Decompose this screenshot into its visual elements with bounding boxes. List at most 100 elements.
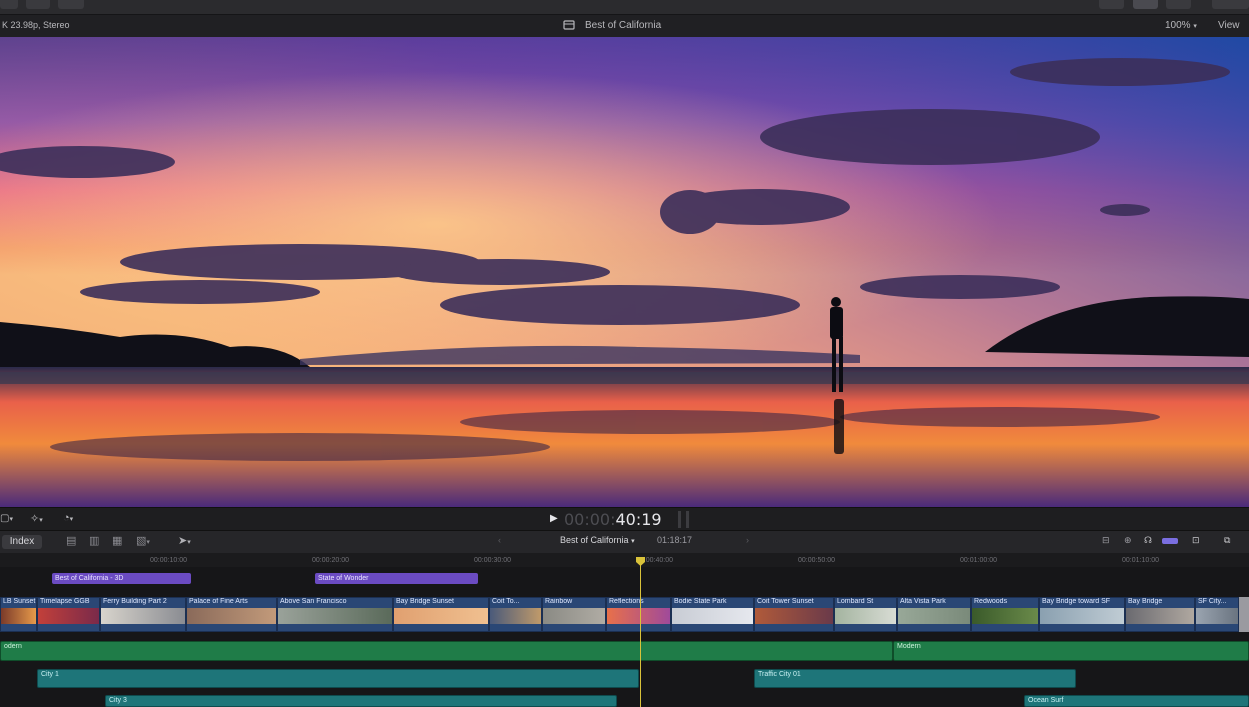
clip-thumbnail xyxy=(672,608,753,624)
toolbar-button-timeline[interactable] xyxy=(1133,0,1158,9)
timeline-body[interactable]: Best of California - 3D State of Wonder … xyxy=(0,567,1249,707)
video-clip[interactable]: Palace of Fine Arts xyxy=(186,597,277,632)
clip-thumbnail xyxy=(755,608,833,624)
clip-label: Palace of Fine Arts xyxy=(189,598,248,605)
select-tool-icon[interactable]: ➤▾ xyxy=(178,534,191,547)
sound-effect-clip[interactable]: Traffic City 01 xyxy=(754,669,1076,688)
video-clip[interactable]: Above San Francisco xyxy=(277,597,393,632)
clip-label: Lombard St xyxy=(837,598,874,605)
chevron-down-icon: ▾ xyxy=(69,516,74,523)
transform-menu[interactable]: ▢▾ xyxy=(0,513,13,524)
chevron-down-icon: ▾ xyxy=(631,538,635,545)
video-clip[interactable]: Lombard St xyxy=(834,597,897,632)
audio-label: Modern xyxy=(897,643,921,650)
toolbar-button-share[interactable] xyxy=(1212,0,1249,9)
timecode-leading: 00:00: xyxy=(564,510,616,529)
enhance-menu[interactable]: ✧▾ xyxy=(30,512,43,525)
clip-label: Timelapse GGB xyxy=(40,598,90,605)
project-menu[interactable]: Best of California ▾ xyxy=(560,535,635,545)
toolbar-button-libraries[interactable] xyxy=(1099,0,1124,9)
video-clip[interactable]: Bay Bridge xyxy=(1125,597,1195,632)
sound-effect-clip[interactable]: Ocean Surf xyxy=(1024,695,1249,707)
audio-meter-left xyxy=(678,511,681,528)
forward-icon[interactable]: › xyxy=(746,535,749,545)
clip-appearance-icon[interactable]: ⊡ xyxy=(1192,535,1200,546)
clip-label: LB Sunset xyxy=(3,598,36,605)
zoom-menu[interactable]: 100% ▾ xyxy=(1165,20,1197,31)
video-clip[interactable]: Ferry Building Part 2 xyxy=(100,597,186,632)
clip-thumbnail xyxy=(187,608,276,624)
transport-bar: ▢▾ ✧▾ ◔▾ ▶ 00:00:40:19 xyxy=(0,507,1249,531)
view-menu[interactable]: View xyxy=(1218,20,1240,31)
video-clip[interactable]: Alta Vista Park xyxy=(897,597,971,632)
audio-meter-right xyxy=(686,511,689,528)
magic-wand-icon: ✧ xyxy=(30,513,40,525)
solo-toggle[interactable] xyxy=(1162,538,1178,544)
play-icon[interactable]: ▶ xyxy=(550,513,558,524)
chevron-down-icon: ▾ xyxy=(9,516,13,523)
music-audio-clip[interactable]: odern xyxy=(0,641,893,661)
clip-thumbnail xyxy=(1,608,36,624)
clip-label: Bay Bridge xyxy=(1128,598,1163,605)
video-clip[interactable]: Redwoods xyxy=(971,597,1039,632)
video-clip[interactable]: LB Sunset xyxy=(0,597,37,632)
index-button[interactable]: Index xyxy=(2,535,42,549)
toolbar-button-import[interactable] xyxy=(0,0,18,9)
ruler-tick: 00:00:50:00 xyxy=(798,557,835,564)
timecode-display[interactable]: 00:00:40:19 xyxy=(564,510,662,529)
music-audio-clip[interactable]: Modern xyxy=(893,641,1249,661)
overwrite-clip-icon[interactable]: ▧▾ xyxy=(136,534,150,547)
audio-label: Ocean Surf xyxy=(1028,697,1064,704)
clip-thumbnail xyxy=(898,608,970,624)
video-clip[interactable]: Timelapse GGB xyxy=(37,597,100,632)
audio-label: City 3 xyxy=(109,697,127,704)
effects-browser-icon[interactable]: ⧉ xyxy=(1224,535,1230,546)
skimming-icon[interactable]: ⊟ xyxy=(1102,535,1110,546)
video-clip[interactable]: Bay Bridge Sunset xyxy=(393,597,489,632)
film-icon xyxy=(563,20,575,33)
playhead[interactable] xyxy=(640,557,641,707)
video-clip[interactable]: SF City... xyxy=(1195,597,1239,632)
connect-clip-icon[interactable]: ▦ xyxy=(112,534,122,547)
clip-label: Bay Bridge Sunset xyxy=(396,598,454,605)
video-clip[interactable]: Coit To... xyxy=(489,597,542,632)
headphones-icon[interactable]: ☊ xyxy=(1144,535,1152,546)
zoom-value: 100% xyxy=(1165,20,1191,31)
viewer-image xyxy=(0,37,1249,507)
timeline-ruler[interactable]: 00:00:10:00 00:00:20:00 00:00:30:00 00:0… xyxy=(0,553,1249,568)
audio-label: Traffic City 01 xyxy=(758,671,801,678)
clip-thumbnail xyxy=(394,608,488,624)
clip-thumbnail xyxy=(278,608,392,624)
title-lane-clip[interactable]: State of Wonder xyxy=(315,573,478,584)
retime-menu[interactable]: ◔▾ xyxy=(63,512,73,524)
audio-label: City 1 xyxy=(41,671,59,678)
toolbar-button-keyword[interactable] xyxy=(26,0,50,9)
video-clip[interactable]: Reflections xyxy=(606,597,671,632)
toolbar-button-inspector[interactable] xyxy=(1166,0,1191,9)
clip-thumbnail xyxy=(1196,608,1238,624)
back-icon[interactable]: ‹ xyxy=(498,535,501,545)
sound-effect-clip[interactable]: City 1 xyxy=(37,669,639,688)
clip-thumbnail xyxy=(835,608,896,624)
insert-clip-icon[interactable]: ▥ xyxy=(89,534,99,547)
video-clip[interactable]: Bay Bridge toward SF xyxy=(1039,597,1125,632)
clip-label: Coit To... xyxy=(492,598,520,605)
clip-thumbnail xyxy=(101,608,185,624)
video-clip[interactable]: Rainbow xyxy=(542,597,606,632)
clip-label: Redwoods xyxy=(974,598,1008,605)
video-clip[interactable]: Bodie State Park xyxy=(671,597,754,632)
video-clip[interactable]: Coit Tower Sunset xyxy=(754,597,834,632)
clip-label: Rainbow xyxy=(545,598,573,605)
timeline-header: Index ▤ ▥ ▦ ▧▾ ➤▾ ‹ Best of California ▾… xyxy=(0,530,1249,554)
project-name: Best of California xyxy=(560,535,629,545)
chevron-down-icon: ▾ xyxy=(187,539,191,546)
sound-effect-clip[interactable]: City 3 xyxy=(105,695,617,707)
title-lane-clip[interactable]: Best of California - 3D xyxy=(52,573,191,584)
snapping-icon[interactable]: ⊕ xyxy=(1124,535,1132,546)
ruler-tick: 00:00:20:00 xyxy=(312,557,349,564)
clip-thumbnail xyxy=(543,608,605,624)
append-clip-icon[interactable]: ▤ xyxy=(66,534,76,547)
toolbar-button-background-tasks[interactable] xyxy=(58,0,84,9)
clip-trim-handle[interactable] xyxy=(1239,597,1249,632)
clip-label: Alta Vista Park xyxy=(900,598,946,605)
